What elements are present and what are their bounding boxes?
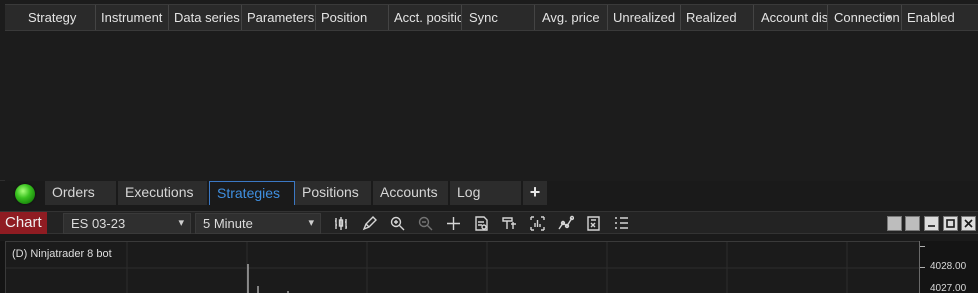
- col-parameters[interactable]: Parameters: [242, 5, 316, 30]
- strategies-grid: Strategy Instrument Data series Paramete…: [0, 0, 978, 181]
- pencil-icon[interactable]: [359, 214, 379, 232]
- zoom-in-icon[interactable]: [387, 214, 407, 232]
- grid-header: Strategy Instrument Data series Paramete…: [5, 4, 978, 31]
- interval-selector[interactable]: 5 Minute ▾: [195, 213, 321, 234]
- zoom-out-icon[interactable]: [415, 214, 435, 232]
- add-tab-button[interactable]: +: [523, 181, 547, 205]
- price-tick: 4028.00: [930, 261, 967, 272]
- properties-list-icon[interactable]: [611, 214, 631, 232]
- tab-strip: Orders Executions Strategies Positions A…: [0, 181, 978, 205]
- bar-type-icon[interactable]: [331, 214, 351, 232]
- tick-mark: [920, 246, 925, 247]
- col-avg-price[interactable]: Avg. price: [535, 5, 608, 30]
- tab-positions[interactable]: Positions: [295, 181, 372, 205]
- drawing-tools-icon[interactable]: [555, 214, 575, 232]
- chevron-down-icon: ▾: [178, 217, 184, 229]
- col-acct-position[interactable]: Acct. position: [389, 5, 462, 30]
- data-box-icon[interactable]: [471, 214, 491, 232]
- price-tick: 4027.00: [930, 283, 967, 293]
- col-unrealized[interactable]: Unrealized: [608, 5, 681, 30]
- col-account-display[interactable]: Account display name: [754, 5, 828, 30]
- tab-executions[interactable]: Executions: [118, 181, 208, 205]
- strategies-icon[interactable]: [527, 214, 547, 232]
- connection-status-icon: [15, 184, 35, 204]
- crosshair-icon[interactable]: [443, 214, 463, 232]
- maximize-icon[interactable]: [943, 216, 958, 231]
- col-realized[interactable]: Realized: [681, 5, 754, 30]
- chart-toolbar: Chart ES 03-23 ▾ 5 Minute ▾: [0, 211, 978, 234]
- templates-icon[interactable]: [583, 214, 603, 232]
- col-strategy[interactable]: Strategy: [5, 5, 96, 30]
- tile-right-icon[interactable]: [905, 216, 920, 231]
- chart-title: (D) Ninjatrader 8 bot: [12, 248, 112, 260]
- col-enabled[interactable]: Enabled: [902, 5, 974, 30]
- price-axis[interactable]: 4028.00 4027.00: [919, 241, 978, 293]
- tab-strategies[interactable]: Strategies: [209, 181, 295, 205]
- grid-body[interactable]: [5, 31, 978, 181]
- chart-plot-area[interactable]: (D) Ninjatrader 8 bot: [5, 241, 920, 293]
- indicators-icon[interactable]: [499, 214, 519, 232]
- instrument-selector[interactable]: ES 03-23 ▾: [63, 213, 191, 234]
- chart-panel: (D) Ninjatrader 8 bot 4028.00 4027.00: [0, 241, 978, 293]
- col-connection[interactable]: Connection ▼: [828, 5, 902, 30]
- close-icon[interactable]: [961, 216, 976, 231]
- col-sync[interactable]: Sync: [462, 5, 535, 30]
- chart-label: Chart: [0, 212, 47, 234]
- sort-down-icon[interactable]: ▼: [885, 5, 893, 30]
- instrument-value: ES 03-23: [71, 216, 126, 231]
- tile-left-icon[interactable]: [887, 216, 902, 231]
- tab-orders[interactable]: Orders: [45, 181, 117, 205]
- col-data-series[interactable]: Data series: [169, 5, 242, 30]
- tab-accounts[interactable]: Accounts: [373, 181, 449, 205]
- interval-value: 5 Minute: [203, 216, 253, 231]
- tab-log[interactable]: Log: [450, 181, 522, 205]
- minimize-icon[interactable]: [924, 216, 939, 231]
- col-instrument[interactable]: Instrument: [96, 5, 169, 30]
- chevron-down-icon: ▾: [308, 217, 314, 229]
- col-position[interactable]: Position: [316, 5, 389, 30]
- tick-mark: [920, 267, 925, 268]
- chart-grid: [6, 242, 920, 293]
